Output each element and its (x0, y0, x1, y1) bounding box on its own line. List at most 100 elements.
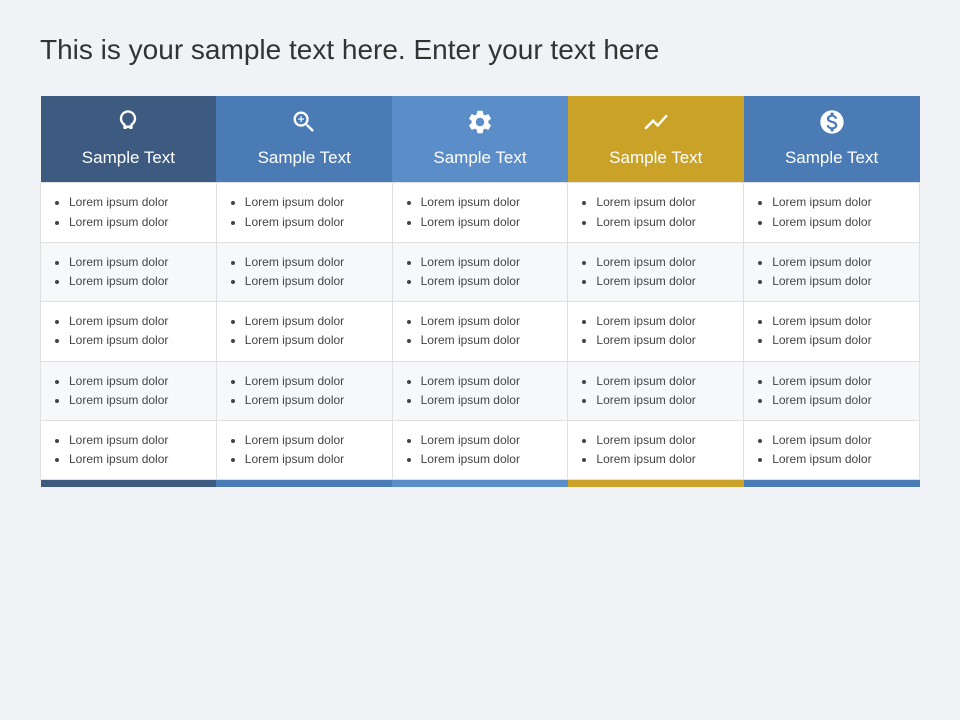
list-item: Lorem ipsum dolor (69, 391, 204, 410)
list-item: Lorem ipsum dolor (421, 372, 556, 391)
col1-label: Sample Text (82, 148, 175, 167)
table-cell-r0-c2: Lorem ipsum dolorLorem ipsum dolor (392, 183, 568, 242)
list-item: Lorem ipsum dolor (245, 450, 380, 469)
col5-icon (752, 108, 912, 142)
table-cell-r4-c0: Lorem ipsum dolorLorem ipsum dolor (41, 420, 217, 479)
header-cell-col5: Sample Text (744, 96, 920, 183)
list-item: Lorem ipsum dolor (245, 193, 380, 212)
bottom-bar-col1 (41, 480, 217, 487)
list-item: Lorem ipsum dolor (772, 253, 907, 272)
list-item: Lorem ipsum dolor (596, 272, 731, 291)
table-row: Lorem ipsum dolorLorem ipsum dolorLorem … (41, 183, 920, 242)
table-header: Sample Text Sample Text Sample Text Samp… (41, 96, 920, 183)
table-cell-r0-c1: Lorem ipsum dolorLorem ipsum dolor (216, 183, 392, 242)
header-cell-col2: Sample Text (216, 96, 392, 183)
col3-icon (400, 108, 560, 142)
list-item: Lorem ipsum dolor (772, 272, 907, 291)
table-cell-r2-c1: Lorem ipsum dolorLorem ipsum dolor (216, 302, 392, 361)
list-item: Lorem ipsum dolor (596, 312, 731, 331)
table-cell-r4-c3: Lorem ipsum dolorLorem ipsum dolor (568, 420, 744, 479)
list-item: Lorem ipsum dolor (245, 391, 380, 410)
list-item: Lorem ipsum dolor (421, 213, 556, 232)
list-item: Lorem ipsum dolor (245, 213, 380, 232)
list-item: Lorem ipsum dolor (772, 213, 907, 232)
table-cell-r3-c1: Lorem ipsum dolorLorem ipsum dolor (216, 361, 392, 420)
col4-label: Sample Text (609, 148, 702, 167)
list-item: Lorem ipsum dolor (596, 193, 731, 212)
list-item: Lorem ipsum dolor (69, 272, 204, 291)
table-cell-r1-c3: Lorem ipsum dolorLorem ipsum dolor (568, 242, 744, 301)
table-cell-r4-c2: Lorem ipsum dolorLorem ipsum dolor (392, 420, 568, 479)
list-item: Lorem ipsum dolor (421, 331, 556, 350)
table-cell-r3-c3: Lorem ipsum dolorLorem ipsum dolor (568, 361, 744, 420)
header-cell-col4: Sample Text (568, 96, 744, 183)
list-item: Lorem ipsum dolor (772, 372, 907, 391)
comparison-table: Sample Text Sample Text Sample Text Samp… (40, 96, 920, 486)
list-item: Lorem ipsum dolor (596, 450, 731, 469)
col2-label: Sample Text (258, 148, 351, 167)
table-body: Lorem ipsum dolorLorem ipsum dolorLorem … (41, 183, 920, 480)
list-item: Lorem ipsum dolor (69, 312, 204, 331)
list-item: Lorem ipsum dolor (596, 391, 731, 410)
table-cell-r1-c0: Lorem ipsum dolorLorem ipsum dolor (41, 242, 217, 301)
table-row: Lorem ipsum dolorLorem ipsum dolorLorem … (41, 242, 920, 301)
table-row: Lorem ipsum dolorLorem ipsum dolorLorem … (41, 361, 920, 420)
table-row: Lorem ipsum dolorLorem ipsum dolorLorem … (41, 302, 920, 361)
list-item: Lorem ipsum dolor (69, 372, 204, 391)
list-item: Lorem ipsum dolor (421, 253, 556, 272)
list-item: Lorem ipsum dolor (421, 431, 556, 450)
table-cell-r0-c4: Lorem ipsum dolorLorem ipsum dolor (744, 183, 920, 242)
page-title: This is your sample text here. Enter you… (40, 32, 920, 68)
list-item: Lorem ipsum dolor (421, 193, 556, 212)
list-item: Lorem ipsum dolor (245, 253, 380, 272)
list-item: Lorem ipsum dolor (772, 391, 907, 410)
list-item: Lorem ipsum dolor (69, 213, 204, 232)
table-cell-r1-c1: Lorem ipsum dolorLorem ipsum dolor (216, 242, 392, 301)
list-item: Lorem ipsum dolor (772, 450, 907, 469)
col3-label: Sample Text (433, 148, 526, 167)
list-item: Lorem ipsum dolor (421, 391, 556, 410)
list-item: Lorem ipsum dolor (421, 272, 556, 291)
bottom-bar-col5 (744, 480, 920, 487)
table-cell-r3-c4: Lorem ipsum dolorLorem ipsum dolor (744, 361, 920, 420)
table-cell-r0-c3: Lorem ipsum dolorLorem ipsum dolor (568, 183, 744, 242)
table-cell-r2-c0: Lorem ipsum dolorLorem ipsum dolor (41, 302, 217, 361)
main-container: This is your sample text here. Enter you… (0, 0, 960, 507)
bottom-bar-col3 (392, 480, 568, 487)
bottom-bar-col4 (568, 480, 744, 487)
list-item: Lorem ipsum dolor (772, 193, 907, 212)
table-cell-r2-c4: Lorem ipsum dolorLorem ipsum dolor (744, 302, 920, 361)
table-cell-r2-c3: Lorem ipsum dolorLorem ipsum dolor (568, 302, 744, 361)
list-item: Lorem ipsum dolor (69, 193, 204, 212)
list-item: Lorem ipsum dolor (69, 431, 204, 450)
list-item: Lorem ipsum dolor (596, 431, 731, 450)
list-item: Lorem ipsum dolor (772, 312, 907, 331)
bottom-bar-col2 (216, 480, 392, 487)
list-item: Lorem ipsum dolor (772, 431, 907, 450)
list-item: Lorem ipsum dolor (245, 431, 380, 450)
header-cell-col1: Sample Text (41, 96, 217, 183)
table-cell-r1-c4: Lorem ipsum dolorLorem ipsum dolor (744, 242, 920, 301)
table-cell-r0-c0: Lorem ipsum dolorLorem ipsum dolor (41, 183, 217, 242)
table-cell-r4-c4: Lorem ipsum dolorLorem ipsum dolor (744, 420, 920, 479)
list-item: Lorem ipsum dolor (421, 312, 556, 331)
col1-icon (49, 108, 209, 142)
table-cell-r1-c2: Lorem ipsum dolorLorem ipsum dolor (392, 242, 568, 301)
list-item: Lorem ipsum dolor (69, 253, 204, 272)
list-item: Lorem ipsum dolor (421, 450, 556, 469)
list-item: Lorem ipsum dolor (596, 372, 731, 391)
list-item: Lorem ipsum dolor (772, 331, 907, 350)
list-item: Lorem ipsum dolor (69, 450, 204, 469)
table-cell-r2-c2: Lorem ipsum dolorLorem ipsum dolor (392, 302, 568, 361)
table-cell-r4-c1: Lorem ipsum dolorLorem ipsum dolor (216, 420, 392, 479)
col5-label: Sample Text (785, 148, 878, 167)
table-cell-r3-c0: Lorem ipsum dolorLorem ipsum dolor (41, 361, 217, 420)
list-item: Lorem ipsum dolor (596, 253, 731, 272)
list-item: Lorem ipsum dolor (69, 331, 204, 350)
list-item: Lorem ipsum dolor (596, 213, 731, 232)
header-cell-col3: Sample Text (392, 96, 568, 183)
col2-icon (224, 108, 384, 142)
list-item: Lorem ipsum dolor (245, 331, 380, 350)
list-item: Lorem ipsum dolor (245, 372, 380, 391)
list-item: Lorem ipsum dolor (245, 272, 380, 291)
